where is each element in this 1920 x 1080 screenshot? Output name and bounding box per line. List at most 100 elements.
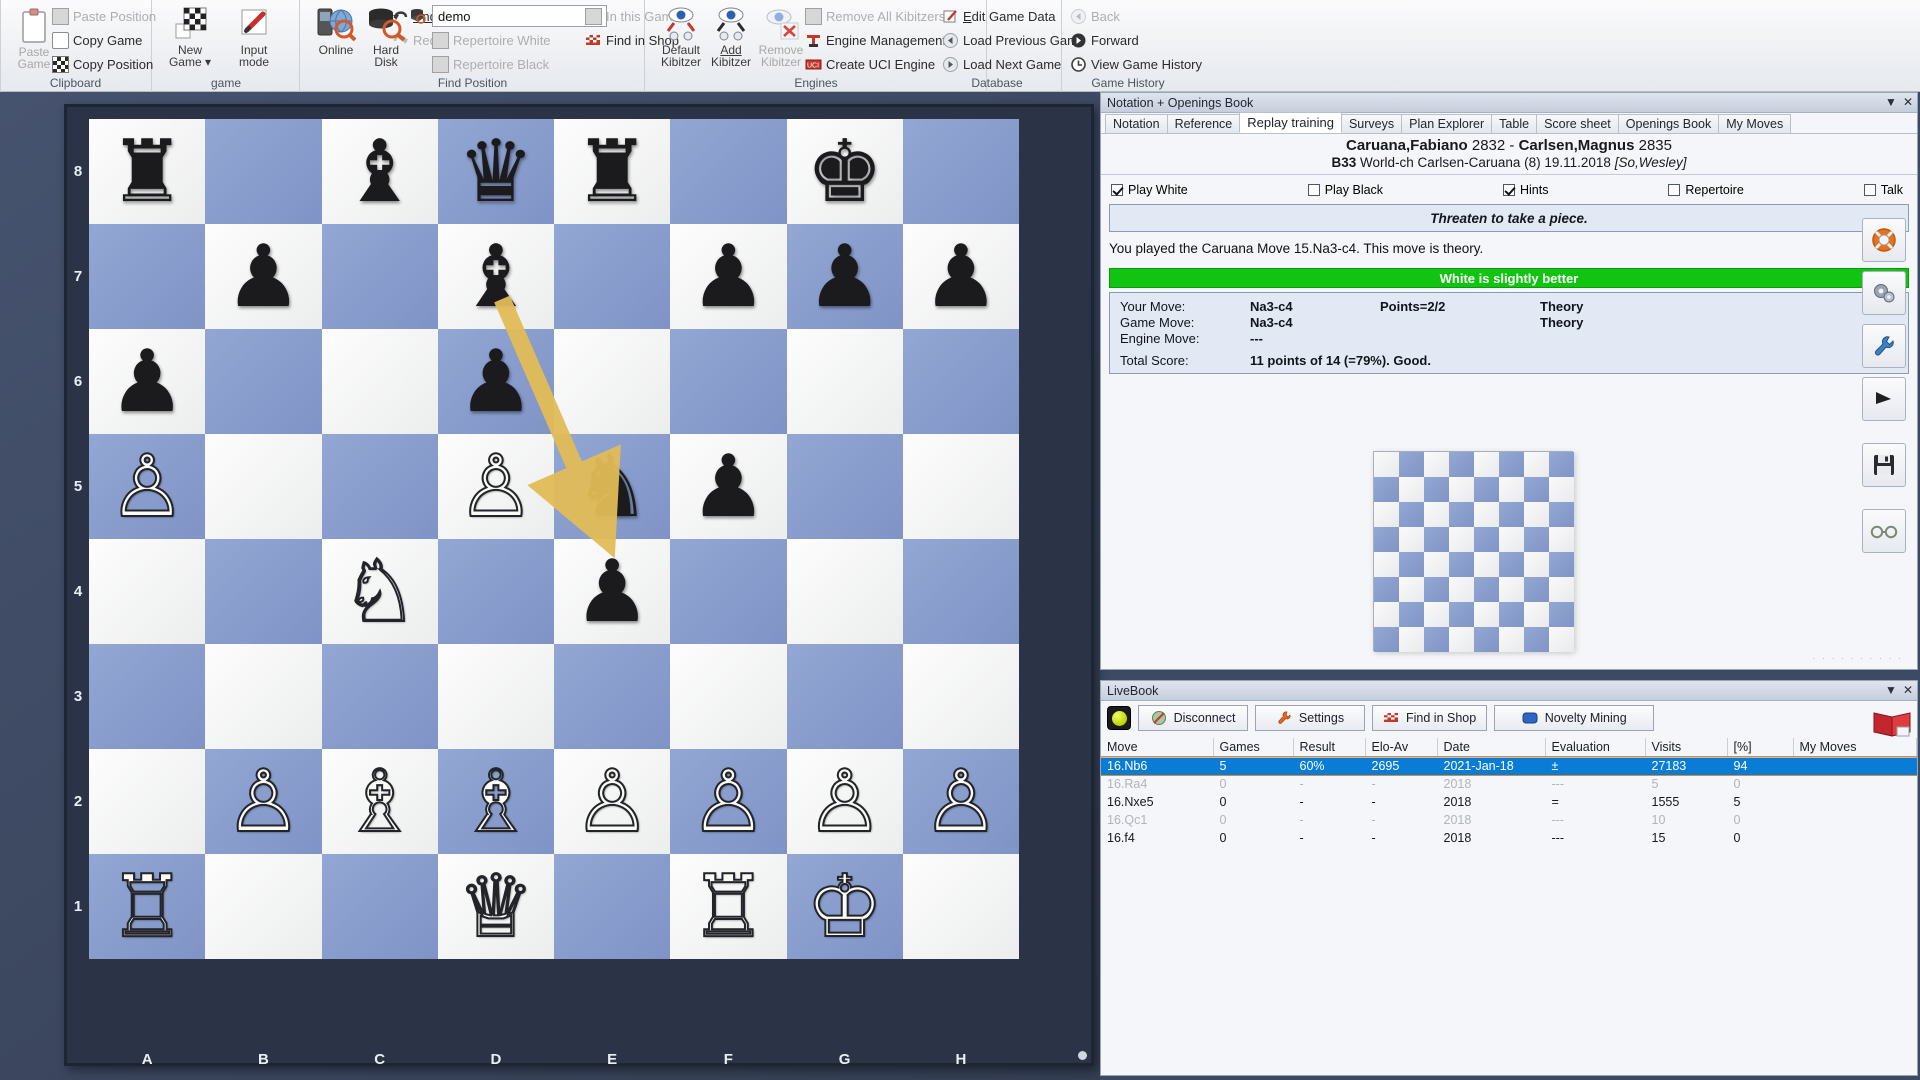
board-square-a2[interactable] bbox=[89, 749, 206, 854]
board-square-g2[interactable] bbox=[786, 749, 903, 854]
board-square-b4[interactable] bbox=[205, 539, 322, 644]
board-square-e8[interactable] bbox=[554, 119, 671, 224]
tab-my-moves[interactable]: My Moves bbox=[1718, 114, 1792, 133]
repertoire-white-item[interactable]: Repertoire White bbox=[432, 31, 551, 50]
board-square-b1[interactable] bbox=[205, 854, 322, 959]
board-square-d7[interactable] bbox=[437, 224, 554, 329]
board-square-b3[interactable] bbox=[205, 644, 322, 749]
close-icon[interactable]: ✕ bbox=[1903, 683, 1913, 697]
minimize-icon[interactable]: ▼ bbox=[1885, 683, 1897, 697]
board-square-f3[interactable] bbox=[670, 644, 787, 749]
board-square-a1[interactable] bbox=[89, 854, 206, 959]
board-square-f7[interactable] bbox=[670, 224, 787, 329]
board-square-c4[interactable] bbox=[321, 539, 438, 644]
board-square-f6[interactable] bbox=[670, 329, 787, 434]
tab-table[interactable]: Table bbox=[1491, 114, 1538, 133]
hard-disk-button[interactable]: Hard Disk bbox=[356, 2, 416, 68]
board-square-d3[interactable] bbox=[437, 644, 554, 749]
training-options-row[interactable]: Play White Play Black Hints Repertoire Talk bbox=[1101, 175, 1917, 201]
column-header-evaluation[interactable]: Evaluation bbox=[1545, 738, 1646, 758]
board-square-h5[interactable] bbox=[902, 434, 1019, 539]
table-row[interactable]: 16.Nxe5 0 - - 2018 = 1555 5 bbox=[1101, 793, 1917, 811]
board-square-g8[interactable] bbox=[786, 119, 903, 224]
tab-notation[interactable]: Notation bbox=[1105, 114, 1168, 133]
copy-game-item[interactable]: Copy Game bbox=[52, 31, 142, 50]
engine-management-item[interactable]: Engine Management bbox=[805, 31, 946, 50]
board-square-h7[interactable] bbox=[902, 224, 1019, 329]
column-header-date[interactable]: Date bbox=[1437, 738, 1546, 758]
board-square-g5[interactable] bbox=[786, 434, 903, 539]
table-row[interactable]: 16.f4 0 - - 2018 --- 15 0 bbox=[1101, 829, 1917, 847]
board-square-c6[interactable] bbox=[321, 329, 438, 434]
board-squares[interactable]: ♜ ♝ ♛ ♜ ♚ ♟ ♝ ♟ ♟ ♟ ♟ ♟ ♙ ♙ ♞ ♟ ♘ ♟ ♙ ♗ ♗ ♙ ♙ ♙ ♙ ♖ ♕ ♖ ♔ bbox=[89, 119, 1019, 1049]
board-square-b6[interactable] bbox=[205, 329, 322, 434]
disconnect-button[interactable]: Disconnect bbox=[1138, 705, 1248, 731]
board-square-g4[interactable] bbox=[786, 539, 903, 644]
checkbox-play-white[interactable]: Play White bbox=[1111, 183, 1188, 197]
view-game-history-item[interactable]: View Game History bbox=[1070, 55, 1202, 74]
checkbox-talk[interactable]: Talk bbox=[1863, 183, 1903, 197]
tab-replay-training[interactable]: Replay training bbox=[1239, 112, 1342, 133]
lifebuoy-icon[interactable] bbox=[1862, 218, 1906, 262]
settings-button[interactable]: Settings bbox=[1255, 705, 1365, 731]
board-square-d5[interactable] bbox=[437, 434, 554, 539]
checkbox-box[interactable] bbox=[1307, 184, 1320, 196]
table-body[interactable]: 16.Nb6 5 60% 2695 2021-Jan-18 ±27183 94 16.Ra4 0… bbox=[1101, 756, 1917, 847]
column-header-result[interactable]: Result bbox=[1293, 738, 1366, 758]
board-square-c5[interactable] bbox=[321, 434, 438, 539]
copy-position-item[interactable]: Copy Position bbox=[52, 55, 153, 74]
board-square-d4[interactable] bbox=[437, 539, 554, 644]
board-square-g7[interactable] bbox=[786, 224, 903, 329]
close-icon[interactable]: ✕ bbox=[1903, 95, 1913, 109]
column-header-mymoves[interactable]: My Moves bbox=[1793, 738, 1917, 758]
save-disk-icon[interactable] bbox=[1862, 443, 1906, 487]
load-next-game-item[interactable]: Load Next Game bbox=[942, 55, 1061, 74]
mini-board-preview[interactable] bbox=[1373, 451, 1574, 652]
board-square-f2[interactable] bbox=[670, 749, 787, 854]
board-square-g6[interactable] bbox=[786, 329, 903, 434]
board-square-b5[interactable] bbox=[205, 434, 322, 539]
find-in-shop-button[interactable]: Find in Shop bbox=[1372, 705, 1488, 731]
gears-icon[interactable] bbox=[1862, 271, 1906, 315]
board-square-e1[interactable] bbox=[554, 854, 671, 959]
tab-surveys[interactable]: Surveys bbox=[1340, 114, 1403, 133]
livebook-toolbar[interactable]: Disconnect Settings Find in Shop Novelty… bbox=[1101, 701, 1917, 737]
board-square-h2[interactable] bbox=[902, 749, 1019, 854]
board-square-c1[interactable] bbox=[321, 854, 438, 959]
board-square-g1[interactable] bbox=[786, 854, 903, 959]
board-square-d1[interactable] bbox=[437, 854, 554, 959]
checkbox-repertoire[interactable]: Repertoire bbox=[1668, 183, 1744, 197]
board-square-e5[interactable] bbox=[554, 434, 671, 539]
board-square-f8[interactable] bbox=[670, 119, 787, 224]
board-square-c2[interactable] bbox=[321, 749, 438, 854]
input-mode-button[interactable]: Input mode bbox=[224, 2, 284, 68]
board-square-e4[interactable] bbox=[554, 539, 671, 644]
table-row[interactable]: 16.Qc1 0 - - 2018 --- 10 0 bbox=[1101, 811, 1917, 829]
checkbox-hints[interactable]: Hints bbox=[1502, 183, 1548, 197]
column-header-move[interactable]: Move bbox=[1101, 738, 1214, 758]
tab-openings-book[interactable]: Openings Book bbox=[1617, 114, 1720, 133]
forward-item[interactable]: Forward bbox=[1070, 31, 1139, 50]
board-square-f1[interactable] bbox=[670, 854, 787, 959]
board-square-d8[interactable] bbox=[437, 119, 554, 224]
remove-kibitzer-button[interactable]: Remove Kibitzer bbox=[751, 2, 811, 68]
openings-book-icon[interactable] bbox=[1871, 708, 1911, 737]
board-square-c7[interactable] bbox=[321, 224, 438, 329]
back-item[interactable]: Back bbox=[1070, 7, 1120, 26]
remove-all-kibitzers-item[interactable]: Remove All Kibitzers bbox=[805, 7, 945, 26]
checkbox-play-black[interactable]: Play Black bbox=[1307, 183, 1383, 197]
create-uci-engine-item[interactable]: UCI Create UCI Engine bbox=[805, 55, 935, 74]
tab-reference[interactable]: Reference bbox=[1166, 114, 1241, 133]
board-square-d2[interactable] bbox=[437, 749, 554, 854]
chess-board[interactable]: ♜ ♝ ♛ ♜ ♚ ♟ ♝ ♟ ♟ ♟ ♟ ♟ ♙ ♙ ♞ ♟ ♘ ♟ ♙ ♗ ♗ ♙ ♙ ♙ ♙ ♖ ♕ ♖ ♔ 8 7 6 5 4 3 2 1 A… bbox=[64, 104, 1094, 1068]
board-square-a4[interactable] bbox=[89, 539, 206, 644]
board-square-a5[interactable] bbox=[89, 434, 206, 539]
checkbox-box[interactable] bbox=[1502, 184, 1515, 196]
column-header-visits[interactable]: Visits bbox=[1645, 738, 1728, 758]
board-square-h3[interactable] bbox=[902, 644, 1019, 749]
minimize-icon[interactable]: ▼ bbox=[1885, 95, 1897, 109]
checkbox-box[interactable] bbox=[1111, 184, 1123, 196]
board-square-b7[interactable] bbox=[205, 224, 322, 329]
board-square-d6[interactable] bbox=[437, 329, 554, 434]
column-header-eloav[interactable]: Elo-Av bbox=[1365, 738, 1438, 758]
